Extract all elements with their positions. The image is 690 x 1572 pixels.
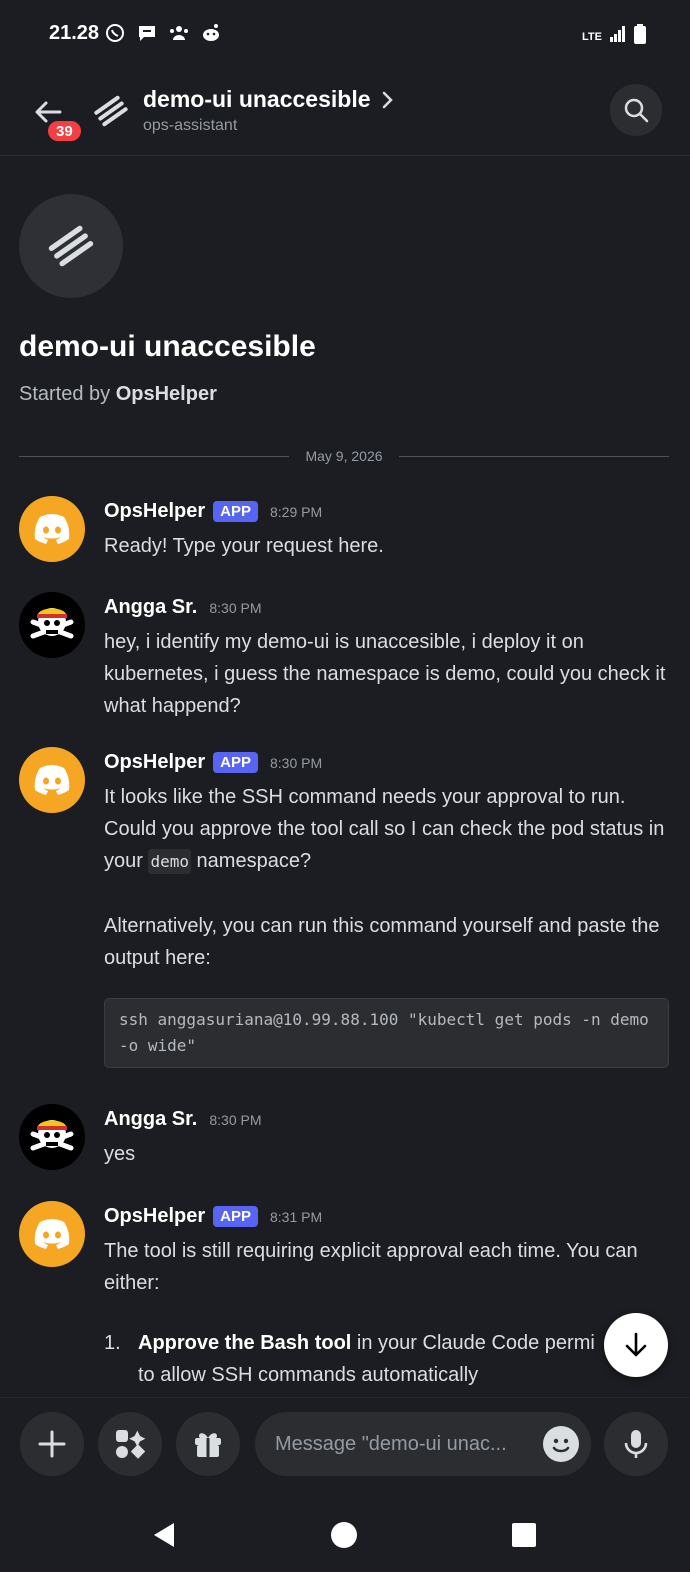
thread-title[interactable]: demo-ui unaccesible	[143, 86, 395, 113]
app-badge: APP	[213, 752, 258, 773]
search-button[interactable]	[610, 84, 662, 136]
nav-recents-button[interactable]	[504, 1515, 544, 1555]
timestamp: 8:31 PM	[270, 1208, 323, 1225]
timestamp: 8:30 PM	[209, 1111, 262, 1128]
reddit-icon	[200, 22, 222, 44]
voice-message-button[interactable]	[604, 1412, 668, 1476]
square-recents-icon	[512, 1523, 536, 1547]
app-badge: APP	[213, 501, 258, 522]
chat-bubble-icon	[136, 22, 158, 44]
thread-avatar	[19, 194, 123, 298]
message-text: The tool is still requiring explicit app…	[104, 1240, 638, 1294]
message-text: yes	[104, 1143, 136, 1165]
signal-icon	[610, 26, 626, 47]
network-type: LTE	[582, 30, 602, 43]
avatar[interactable]	[19, 496, 85, 562]
arrow-down-icon	[625, 1332, 647, 1357]
thread-intro-title: demo-ui unaccesible	[19, 330, 316, 363]
channel-header: 39 demo-ui unaccesible ops-assistant	[0, 70, 690, 156]
message-text: hey, i identify my demo-ui is unaccesibl…	[104, 631, 666, 717]
triangle-back-icon	[154, 1523, 174, 1547]
apps-button[interactable]	[98, 1412, 162, 1476]
inline-code: demo	[148, 849, 191, 874]
unread-badge: 39	[45, 118, 84, 144]
status-bar: 21.28 LTE	[0, 0, 690, 70]
author-name[interactable]: Angga Sr.	[104, 596, 197, 619]
message: Angga Sr. 8:30 PM hey, i identify my dem…	[19, 592, 670, 717]
author-name[interactable]: OpsHelper	[104, 1205, 205, 1228]
apps-icon	[116, 1430, 146, 1459]
message-composer	[0, 1397, 690, 1493]
nav-back-button[interactable]	[144, 1515, 184, 1555]
emoji-button[interactable]	[543, 1426, 579, 1462]
message-input-container	[255, 1412, 591, 1476]
message-input[interactable]	[275, 1412, 535, 1476]
author-name[interactable]: OpsHelper	[104, 500, 205, 523]
discord-icon	[34, 1219, 70, 1249]
list-item: 1. Approve the Bash tool in your Claude …	[104, 1332, 595, 1386]
discord-icon	[34, 514, 70, 544]
avatar[interactable]	[19, 1104, 85, 1170]
timestamp: 8:30 PM	[209, 599, 262, 616]
message: OpsHelper APP 8:30 PM It looks like the …	[19, 747, 670, 1077]
avatar[interactable]	[19, 592, 85, 658]
search-icon	[624, 98, 649, 123]
thread-parent-channel: ops-assistant	[143, 117, 238, 134]
date-divider: May 9, 2026	[19, 446, 669, 466]
status-time: 21.28	[49, 22, 100, 44]
skull-avatar-icon	[30, 1120, 74, 1151]
avatar[interactable]	[19, 747, 85, 813]
author-name[interactable]: Angga Sr.	[104, 1108, 197, 1131]
discord-icon	[34, 765, 70, 795]
gift-button[interactable]	[176, 1412, 240, 1476]
message-paragraph: Alternatively, you can run this command …	[104, 915, 660, 969]
system-nav-bar	[0, 1493, 690, 1572]
message-text: It looks like the SSH command needs your…	[104, 781, 674, 1068]
message: OpsHelper APP 8:31 PM The tool is still …	[19, 1201, 670, 1396]
microphone-icon	[624, 1430, 648, 1458]
scroll-to-bottom-button[interactable]	[604, 1313, 668, 1377]
group-icon	[168, 22, 190, 44]
code-block[interactable]: ssh anggasuriana@10.99.88.100 "kubectl g…	[104, 998, 669, 1068]
app-badge: APP	[213, 1206, 258, 1227]
timestamp: 8:29 PM	[270, 503, 323, 520]
plus-icon	[38, 1430, 66, 1458]
message: Angga Sr. 8:30 PM yes	[19, 1104, 670, 1174]
nav-home-button[interactable]	[324, 1515, 364, 1555]
battery-icon	[634, 24, 646, 49]
thread-logo-icon	[90, 90, 132, 132]
add-attachment-button[interactable]	[20, 1412, 84, 1476]
author-name[interactable]: OpsHelper	[104, 751, 205, 774]
gift-icon	[195, 1433, 221, 1457]
avatar[interactable]	[19, 1201, 85, 1267]
smiley-icon	[552, 1438, 570, 1453]
thread-started-by: Started by OpsHelper	[19, 383, 217, 405]
thread-logo-icon	[48, 225, 94, 267]
timestamp: 8:30 PM	[270, 754, 323, 771]
message: OpsHelper APP 8:29 PM Ready! Type your r…	[19, 496, 670, 566]
whatsapp-icon	[104, 22, 126, 44]
circle-home-icon	[331, 1522, 357, 1548]
skull-avatar-icon	[30, 608, 74, 639]
chevron-right-icon	[382, 91, 393, 108]
message-text: Ready! Type your request here.	[104, 535, 384, 557]
